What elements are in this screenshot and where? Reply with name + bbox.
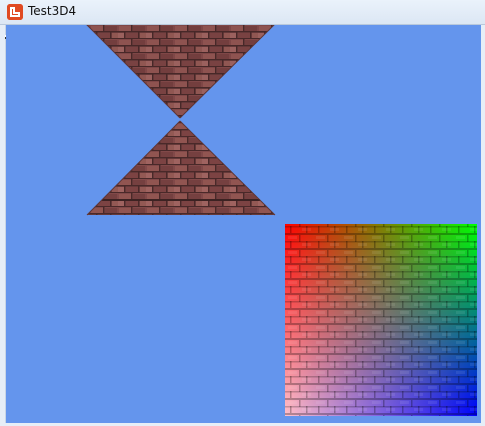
window-frame-right [481, 25, 485, 426]
game-viewport[interactable] [6, 25, 481, 423]
vertex-colored-quad [285, 224, 477, 416]
monogame-logo-icon [7, 4, 23, 20]
app-window: Test3D4 [0, 0, 485, 426]
window-title: Test3D4 [28, 4, 77, 18]
render-canvas [6, 25, 481, 423]
title-bar[interactable]: Test3D4 [0, 0, 485, 25]
